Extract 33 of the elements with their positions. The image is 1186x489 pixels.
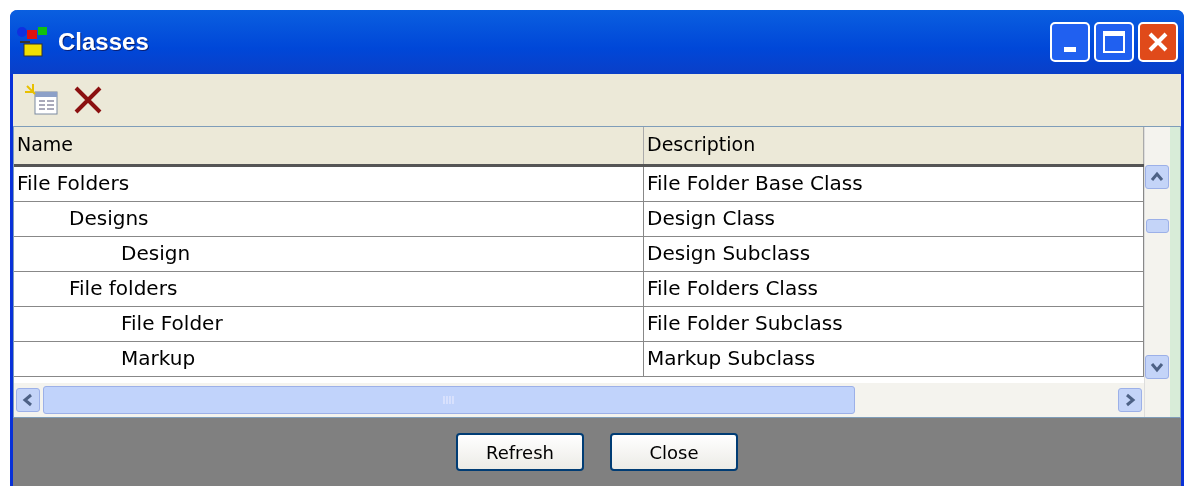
scroll-up-button[interactable]	[1145, 165, 1169, 189]
chevron-right-icon	[1124, 393, 1136, 407]
close-window-button[interactable]	[1138, 22, 1178, 62]
new-list-icon	[25, 84, 58, 115]
window-title: Classes	[58, 28, 150, 56]
chevron-down-icon	[1150, 361, 1164, 373]
column-header[interactable]: Name	[14, 127, 644, 164]
chevron-left-icon	[22, 393, 34, 407]
scroll-thumb[interactable]	[43, 386, 855, 414]
new-class-button[interactable]	[25, 84, 59, 116]
scroll-thumb[interactable]	[1146, 219, 1169, 233]
minimize-icon	[1064, 46, 1076, 52]
refresh-button[interactable]: Refresh	[456, 433, 584, 471]
name-cell[interactable]: File Folder	[14, 307, 644, 341]
name-cell[interactable]: File folders	[14, 272, 644, 306]
name-cell[interactable]: Design	[14, 237, 644, 271]
name-cell[interactable]: Markup	[14, 342, 644, 376]
scroll-down-button[interactable]	[1145, 355, 1169, 379]
delete-button[interactable]	[73, 85, 103, 115]
scroll-right-button[interactable]	[1118, 388, 1142, 412]
classes-icon	[16, 25, 50, 59]
maximize-button[interactable]	[1094, 22, 1134, 62]
horizontal-scrollbar[interactable]	[14, 383, 1144, 417]
name-cell[interactable]: File Folders	[14, 167, 644, 201]
name-cell[interactable]: Designs	[14, 202, 644, 236]
close-button[interactable]: Close	[610, 433, 738, 471]
close-icon	[1147, 31, 1169, 53]
maximize-icon	[1102, 30, 1126, 54]
delete-icon	[74, 86, 102, 114]
vertical-scrollbar[interactable]	[1144, 127, 1170, 417]
chevron-up-icon	[1150, 171, 1164, 183]
scroll-left-button[interactable]	[16, 388, 40, 412]
minimize-button[interactable]	[1050, 22, 1090, 62]
